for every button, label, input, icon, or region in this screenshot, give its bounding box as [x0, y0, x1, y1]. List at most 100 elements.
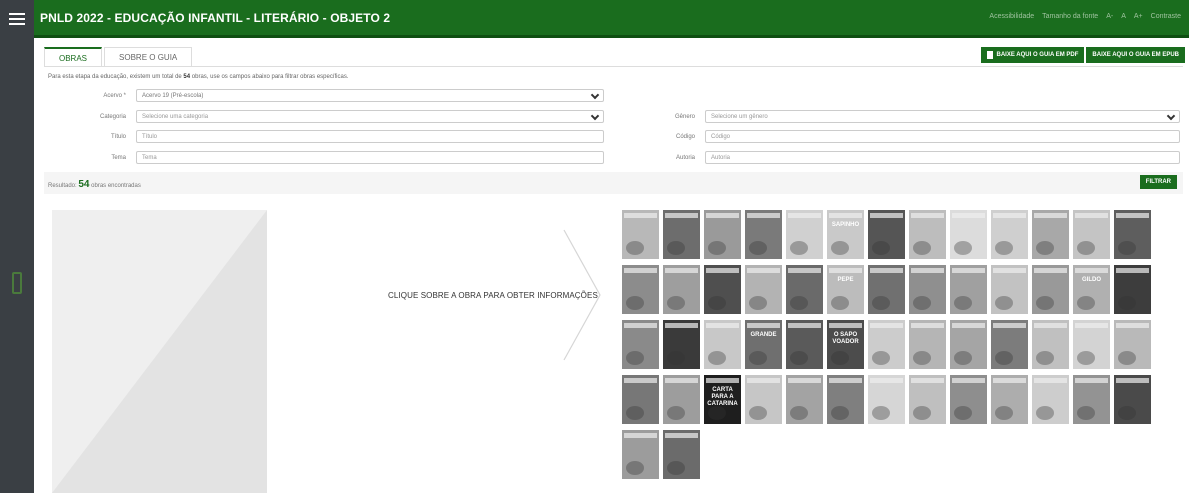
acervo-label: Acervo * [103, 92, 126, 99]
filter-button[interactable]: FILTRAR [1139, 175, 1177, 189]
book-cover[interactable] [950, 375, 987, 424]
top-header: PNLD 2022 - EDUCAÇÃO INFANTIL - LITERÁRI… [34, 0, 1189, 38]
autoria-input[interactable]: Autoria [705, 151, 1180, 164]
sidebar-handle-icon[interactable] [12, 272, 22, 294]
cover-illustration [790, 406, 808, 420]
cover-illustration [626, 296, 644, 310]
tema-input[interactable]: Tema [136, 151, 604, 164]
tab-obras[interactable]: OBRAS [44, 47, 103, 67]
book-cover[interactable] [1114, 320, 1151, 369]
book-cover[interactable] [786, 265, 823, 314]
contrast-button[interactable]: Contraste [1151, 13, 1181, 20]
hamburger-menu-icon[interactable] [9, 13, 25, 25]
book-cover[interactable] [950, 210, 987, 259]
book-cover[interactable] [1032, 375, 1069, 424]
codigo-label: Código [675, 133, 695, 140]
cover-title-strip [747, 213, 780, 218]
cover-illustration [667, 351, 685, 365]
selection-prompt: CLIQUE SOBRE A OBRA PARA OBTER INFORMAÇÕ… [388, 291, 598, 300]
cover-title-strip [788, 323, 821, 328]
font-increase-button[interactable]: A+ [1134, 13, 1143, 20]
book-cover[interactable]: PEPE [827, 265, 864, 314]
book-cover[interactable] [868, 375, 905, 424]
book-cover[interactable] [1073, 210, 1110, 259]
accessibility-link[interactable]: Acessibilidade [989, 13, 1034, 20]
book-cover[interactable] [704, 210, 741, 259]
acervo-select[interactable]: Acervo 19 (Pré-escola) [136, 89, 604, 102]
book-cover[interactable] [827, 375, 864, 424]
cover-title-strip [624, 323, 657, 328]
book-cover[interactable] [1073, 375, 1110, 424]
book-cover[interactable] [868, 265, 905, 314]
book-cover[interactable] [1073, 320, 1110, 369]
book-cover[interactable]: CARTA PARA A CATARINA [704, 375, 741, 424]
book-cover[interactable] [786, 320, 823, 369]
book-cover-grid: SAPINHO PEPE GILDO GRANDE O SAPO VOADOR CARTA… [622, 210, 1151, 479]
book-cover[interactable] [1114, 375, 1151, 424]
book-cover[interactable] [909, 210, 946, 259]
cover-title-strip [706, 378, 739, 383]
font-size-label: Tamanho da fonte [1042, 13, 1099, 20]
book-cover[interactable] [786, 210, 823, 259]
download-epub-button[interactable]: BAIXE AQUI O GUIA EM EPUB [1086, 47, 1185, 63]
book-cover[interactable] [909, 320, 946, 369]
autoria-row: Autoria Autoria [617, 151, 1180, 164]
book-cover[interactable] [622, 210, 659, 259]
book-cover[interactable] [909, 265, 946, 314]
tab-sobre-o-guia[interactable]: SOBRE O GUIA [104, 47, 193, 67]
tema-row: Tema Tema [48, 151, 604, 164]
book-cover[interactable] [991, 210, 1028, 259]
book-cover[interactable]: GILDO [1073, 265, 1110, 314]
cover-title-strip [870, 213, 903, 218]
cover-title-strip [1075, 323, 1108, 328]
book-cover[interactable] [950, 320, 987, 369]
genero-select[interactable]: Selecione um gênero [705, 110, 1180, 123]
book-cover[interactable] [745, 210, 782, 259]
font-reset-button[interactable]: A [1121, 13, 1126, 20]
cover-title-strip [665, 268, 698, 273]
categoria-select[interactable]: Selecione uma categoria [136, 110, 604, 123]
book-cover[interactable] [663, 210, 700, 259]
book-cover[interactable] [991, 265, 1028, 314]
book-cover[interactable] [868, 320, 905, 369]
book-cover[interactable] [663, 375, 700, 424]
book-cover[interactable] [745, 375, 782, 424]
cover-illustration [872, 406, 890, 420]
book-cover[interactable] [1032, 320, 1069, 369]
cover-illustration [708, 406, 726, 420]
download-pdf-button[interactable]: BAIXE AQUI O GUIA EM PDF [980, 47, 1085, 63]
download-buttons: BAIXE AQUI O GUIA EM PDF BAIXE AQUI O GU… [980, 47, 1185, 63]
book-cover[interactable] [663, 320, 700, 369]
book-cover[interactable] [1114, 210, 1151, 259]
book-cover[interactable] [622, 265, 659, 314]
book-cover[interactable]: SAPINHO [827, 210, 864, 259]
book-cover[interactable] [663, 430, 700, 479]
book-cover[interactable] [991, 320, 1028, 369]
cover-illustration [1077, 351, 1095, 365]
book-cover[interactable] [745, 265, 782, 314]
book-cover[interactable] [1032, 265, 1069, 314]
book-cover[interactable] [909, 375, 946, 424]
book-cover[interactable] [950, 265, 987, 314]
book-cover[interactable] [1032, 210, 1069, 259]
book-cover[interactable]: GRANDE [745, 320, 782, 369]
book-cover[interactable] [786, 375, 823, 424]
book-cover[interactable] [663, 265, 700, 314]
titulo-label: Título [110, 133, 126, 140]
cover-title-text: GRANDE [750, 332, 777, 338]
book-cover[interactable] [622, 320, 659, 369]
cover-title-strip [1075, 213, 1108, 218]
book-cover[interactable] [868, 210, 905, 259]
titulo-input[interactable]: Título [136, 130, 604, 143]
categoria-label: Categoria [99, 113, 126, 120]
book-cover[interactable] [622, 430, 659, 479]
book-cover[interactable]: O SAPO VOADOR [827, 320, 864, 369]
cover-title-text: GILDO [1082, 277, 1101, 283]
codigo-input[interactable]: Código [705, 130, 1180, 143]
book-cover[interactable] [991, 375, 1028, 424]
book-cover[interactable] [704, 320, 741, 369]
font-decrease-button[interactable]: A- [1106, 13, 1113, 20]
book-cover[interactable] [1114, 265, 1151, 314]
book-cover[interactable] [704, 265, 741, 314]
book-cover[interactable] [622, 375, 659, 424]
